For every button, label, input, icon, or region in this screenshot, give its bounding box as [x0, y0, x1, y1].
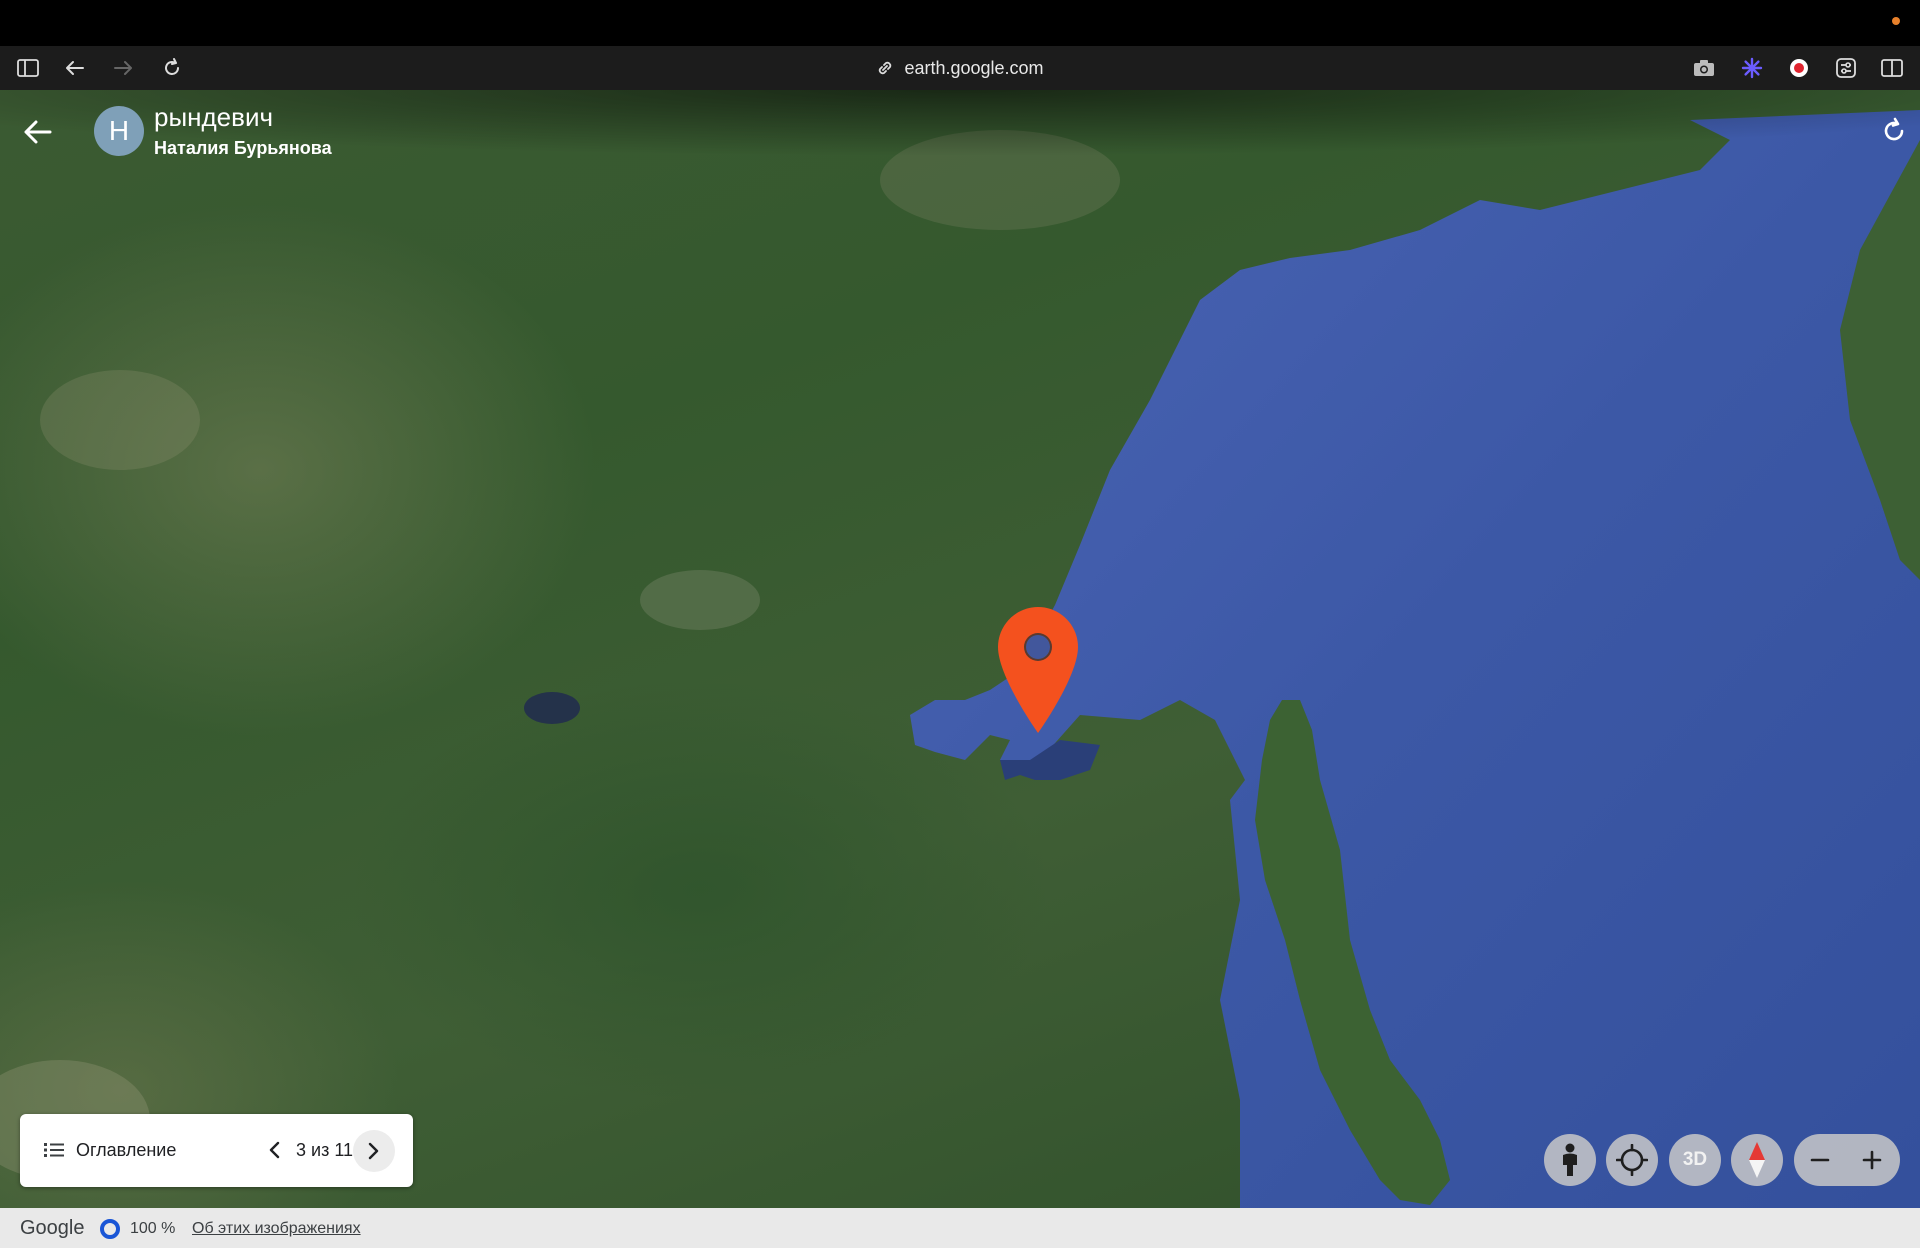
extension-icon[interactable] — [1740, 56, 1764, 80]
list-icon[interactable] — [44, 1142, 64, 1163]
project-title: рындевич — [154, 102, 274, 132]
next-slide-button[interactable] — [353, 1130, 395, 1172]
loading-indicator — [100, 1219, 120, 1239]
about-imagery-link[interactable]: Об этих изображениях — [192, 1220, 361, 1238]
back-button[interactable] — [22, 116, 54, 148]
zoom-out-icon — [1810, 1158, 1830, 1162]
google-logo: Google — [20, 1217, 85, 1239]
zoom-percent: 100 % — [130, 1220, 176, 1237]
project-author: Наталия Бурьянова — [154, 138, 332, 158]
camera-icon[interactable] — [1692, 56, 1716, 80]
zoom-controls — [1794, 1134, 1900, 1186]
previous-slide-button[interactable] — [260, 1136, 288, 1164]
compass-icon — [1749, 1142, 1765, 1178]
street-view-button[interactable] — [1544, 1134, 1596, 1186]
back-arrow-icon — [24, 120, 52, 144]
chevron-right-icon — [368, 1142, 379, 1160]
refresh-icon — [1884, 117, 1904, 141]
my-location-button[interactable] — [1606, 1134, 1658, 1186]
settings-icon[interactable] — [1834, 56, 1858, 80]
toggle-3d-button[interactable]: 3D — [1669, 1134, 1721, 1186]
link-icon — [876, 59, 894, 82]
system-top-bar — [0, 0, 1920, 46]
chevron-left-icon — [269, 1141, 280, 1159]
status-dot — [1892, 17, 1900, 25]
avatar[interactable]: Н — [94, 106, 144, 156]
zoom-in-button[interactable] — [1846, 1134, 1898, 1186]
url-text: earth.google.com — [904, 58, 1044, 78]
satellite-map[interactable] — [0, 90, 1920, 1208]
record-icon[interactable] — [1787, 56, 1811, 80]
my-location-icon — [1616, 1144, 1648, 1176]
map-imagery — [0, 90, 1920, 1208]
zoom-out-button[interactable] — [1794, 1134, 1846, 1186]
refresh-button[interactable] — [1880, 117, 1908, 145]
compass-button[interactable] — [1731, 1134, 1783, 1186]
pegman-icon — [1563, 1143, 1577, 1176]
zoom-in-icon — [1862, 1150, 1882, 1170]
location-pin-icon[interactable] — [996, 605, 1080, 735]
split-view-icon[interactable] — [1880, 56, 1904, 80]
slide-counter: 3 из 11 — [296, 1140, 354, 1160]
toc-label[interactable]: Оглавление — [76, 1140, 176, 1161]
toc-panel: Оглавление 3 из 11 — [20, 1114, 413, 1187]
status-footer: Google 100 % Об этих изображениях — [0, 1208, 1920, 1248]
address-bar[interactable]: earth.google.com — [0, 58, 1920, 82]
3d-label: 3D — [1682, 1149, 1708, 1170]
browser-toolbar: earth.google.com — [0, 46, 1920, 90]
